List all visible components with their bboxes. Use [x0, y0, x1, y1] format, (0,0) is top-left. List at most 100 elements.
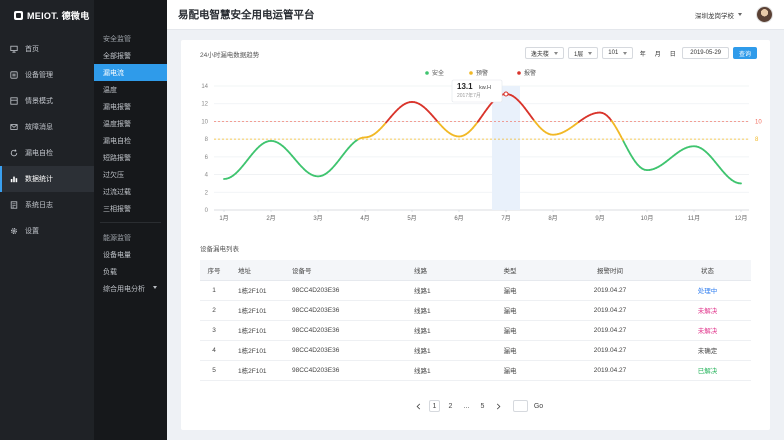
main-sidebar: MEIOT. 德微电 首页 设备管理 情景模式 故障消息 漏电自检 数据统计 系…: [0, 0, 94, 440]
subnav-item-short-circuit[interactable]: 短路报警: [94, 149, 167, 166]
prev-page-button[interactable]: [413, 400, 424, 412]
date-value: 2019-05-29: [690, 50, 721, 56]
table-row[interactable]: 3 1栋2F101 98CC4D203E36 线路1 漏电 2019.04.27…: [200, 320, 751, 341]
brand-logo: MEIOT. 德微电: [0, 0, 94, 30]
subnav-item-overload[interactable]: 过流过载: [94, 183, 167, 200]
page-1-button[interactable]: 1: [429, 400, 440, 412]
main-card: 24小时漏电数据趋势 逸夫楼 1层 101 年 月 日 2019-05-29 查…: [181, 40, 770, 430]
cell-time: 2019.04.27: [556, 340, 664, 361]
subnav-item-voltage[interactable]: 过欠压: [94, 166, 167, 183]
subnav-item-leakage-alarm[interactable]: 漏电报警: [94, 98, 167, 115]
y-tick-label: 8: [205, 137, 209, 143]
x-tick-label: 11月: [688, 215, 700, 222]
cell-seq: 1: [200, 280, 228, 301]
legend-label: 安全: [432, 69, 444, 77]
x-tick-label: 5月: [407, 215, 416, 222]
go-button[interactable]: Go: [533, 400, 544, 412]
tooltip-date: 2017年7月: [457, 92, 481, 99]
table-row[interactable]: 1 1栋2F101 98CC4D203E36 线路1 漏电 2019.04.27…: [200, 280, 751, 301]
cell-address: 1栋2F101: [228, 280, 274, 301]
page-ellipsis: ...: [463, 402, 470, 410]
legend-label: 报警: [524, 69, 536, 77]
brand-name: MEIOT. 德微电: [27, 10, 90, 21]
caret-down-icon: [623, 51, 628, 55]
cell-line: 线路1: [384, 340, 464, 361]
chart-title: 24小时漏电数据趋势: [200, 52, 260, 59]
page-5-button[interactable]: 5: [477, 400, 488, 412]
subnav-item-analysis[interactable]: 综合用电分析: [94, 280, 167, 297]
leakage-device-table: 序号 地址 设备号 线路 类型 报警时间 状态 1 1栋2F101 98CC4D…: [200, 260, 751, 381]
nav-item-label: 设置: [25, 228, 39, 235]
cell-address: 1栋2F101: [228, 320, 274, 341]
column-header: 状态: [664, 260, 751, 281]
date-input[interactable]: 2019-05-29: [682, 47, 729, 59]
column-header: 地址: [228, 260, 274, 281]
avatar[interactable]: [756, 6, 773, 23]
table-row[interactable]: 4 1栋2F101 98CC4D203E36 线路1 漏电 2019.04.27…: [200, 340, 751, 361]
cell-seq: 2: [200, 300, 228, 321]
cell-device: 98CC4D203E36: [274, 320, 384, 341]
column-header: 序号: [200, 260, 228, 281]
cell-address: 1栋2F101: [228, 360, 274, 381]
column-header: 线路: [384, 260, 464, 281]
subnav-item-temperature-alarm[interactable]: 温度报警: [94, 115, 167, 132]
nav-item-faults[interactable]: 故障消息: [0, 114, 94, 140]
room-value: 101: [608, 50, 619, 56]
building-value: 逸夫楼: [530, 51, 549, 58]
next-page-button[interactable]: [493, 400, 504, 412]
floor-select[interactable]: 1层: [567, 47, 599, 59]
subnav-item-temperature[interactable]: 温度: [94, 81, 167, 98]
threshold-label: 8: [755, 137, 759, 143]
chevron-left-icon: [416, 403, 421, 409]
subnav-group-energy: 能源监管: [103, 234, 131, 242]
nav-item-selfcheck[interactable]: 漏电自检: [0, 140, 94, 166]
y-tick-label: 6: [205, 155, 209, 161]
cell-type: 漏电: [464, 280, 556, 301]
subnav-item-label: 综合用电分析: [103, 285, 145, 293]
day-button[interactable]: 日: [667, 47, 678, 59]
caret-down-icon: [553, 51, 558, 55]
subnav-item-energy[interactable]: 设备电量: [94, 246, 167, 263]
nav-item-statistics[interactable]: 数据统计: [0, 166, 94, 192]
nav-item-label: 故障消息: [25, 124, 53, 131]
cell-type: 漏电: [464, 340, 556, 361]
cell-status: 处理中: [664, 280, 751, 301]
monitor-icon: [10, 45, 18, 53]
refresh-icon: [10, 149, 18, 157]
tooltip-value: 13.1: [457, 82, 473, 91]
subnav-item-self-check[interactable]: 漏电自检: [94, 132, 167, 149]
nav-item-scenes[interactable]: 情景模式: [0, 88, 94, 114]
cell-seq: 3: [200, 320, 228, 341]
page-jump-input[interactable]: [513, 400, 528, 412]
building-select[interactable]: 逸夫楼: [524, 47, 564, 59]
nav-item-devices[interactable]: 设备管理: [0, 62, 94, 88]
nav-item-settings[interactable]: 设置: [0, 218, 94, 244]
nav-item-logs[interactable]: 系统日志: [0, 192, 94, 218]
cell-seq: 5: [200, 360, 228, 381]
mail-icon: [10, 124, 18, 130]
month-button[interactable]: 月: [652, 47, 663, 59]
page-2-button[interactable]: 2: [445, 400, 456, 412]
nav-item-label: 数据统计: [25, 176, 53, 183]
cell-time: 2019.04.27: [556, 300, 664, 321]
caret-down-icon[interactable]: [738, 13, 742, 16]
room-select[interactable]: 101: [602, 47, 634, 59]
log-icon: [10, 201, 18, 209]
table-row[interactable]: 5 1栋2F101 98CC4D203E36 线路1 漏电 2019.04.27…: [200, 360, 751, 381]
nav-item-home[interactable]: 首页: [0, 36, 94, 62]
y-tick-label: 12: [201, 102, 208, 108]
year-button[interactable]: 年: [637, 47, 648, 59]
main-nav: 首页 设备管理 情景模式 故障消息 漏电自检 数据统计 系统日志 设置: [0, 36, 94, 244]
cell-seq: 4: [200, 340, 228, 361]
school-selector[interactable]: 深圳龙岗学校: [695, 10, 734, 20]
subnav-item-three-phase[interactable]: 三相报警: [94, 200, 167, 217]
column-header: 类型: [464, 260, 556, 281]
subnav-item-load[interactable]: 负载: [94, 263, 167, 280]
cell-device: 98CC4D203E36: [274, 280, 384, 301]
subnav-item-leakage-current[interactable]: 漏电流: [94, 64, 167, 81]
x-tick-label: 7月: [501, 215, 510, 222]
subnav-item-all-alarms[interactable]: 全部报警: [94, 47, 167, 64]
x-tick-label: 2月: [266, 215, 275, 222]
table-row[interactable]: 2 1栋2F101 98CC4D203E36 线路1 漏电 2019.04.27…: [200, 300, 751, 321]
query-button[interactable]: 查询: [733, 47, 757, 59]
